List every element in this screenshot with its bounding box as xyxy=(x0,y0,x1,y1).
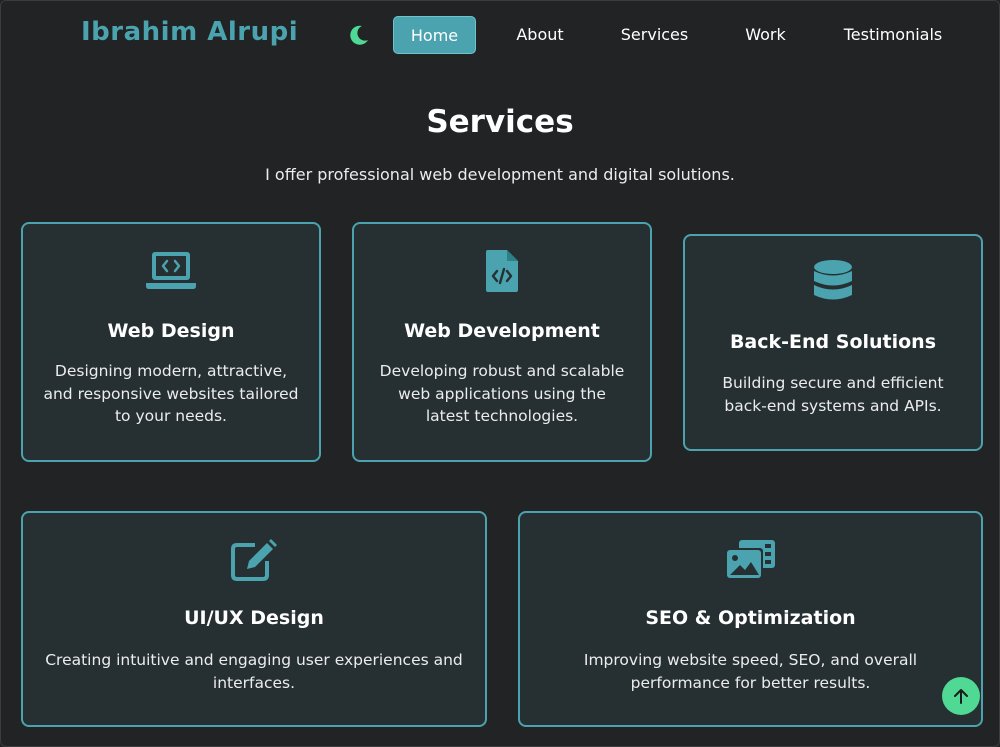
nav-about[interactable]: About xyxy=(503,16,577,54)
database-icon xyxy=(814,260,852,300)
service-card-ui-ux[interactable]: UI/UX Design Creating intuitive and enga… xyxy=(21,511,487,727)
service-title: Web Development xyxy=(404,320,600,342)
service-description: Creating intuitive and engaging user exp… xyxy=(45,651,463,692)
service-card-web-development[interactable]: Web Development Developing robust and sc… xyxy=(352,222,652,462)
service-description: Building secure and efficient back-end s… xyxy=(722,374,944,415)
theme-toggle-button[interactable] xyxy=(348,24,370,46)
nav-testimonials[interactable]: Testimonials xyxy=(831,16,955,54)
service-card-back-end[interactable]: Back-End Solutions Building secure and e… xyxy=(683,234,983,451)
moon-icon xyxy=(350,25,368,45)
service-description: Improving website speed, SEO, and overal… xyxy=(583,651,918,692)
section-subtitle: I offer professional web development and… xyxy=(265,165,735,184)
service-description: Developing robust and scalable web appli… xyxy=(379,362,625,425)
nav-work[interactable]: Work xyxy=(733,16,798,54)
arrow-up-icon xyxy=(954,689,968,704)
file-code-icon xyxy=(486,250,518,292)
brand-logo[interactable]: Ibrahim Alrupi xyxy=(81,17,298,47)
service-title: UI/UX Design xyxy=(184,607,324,629)
edit-icon xyxy=(231,539,277,581)
service-description: Designing modern, attractive, and respon… xyxy=(43,362,299,425)
nav-home[interactable]: Home xyxy=(393,16,476,54)
photo-film-icon xyxy=(726,540,775,578)
service-card-web-design[interactable]: Web Design Designing modern, attractive,… xyxy=(21,222,321,462)
back-to-top-button[interactable] xyxy=(942,677,980,715)
service-title: SEO & Optimization xyxy=(645,607,856,629)
service-title: Web Design xyxy=(107,320,235,342)
laptop-code-icon xyxy=(146,252,196,289)
nav-services[interactable]: Services xyxy=(608,16,701,54)
service-title: Back-End Solutions xyxy=(729,331,937,353)
service-card-seo[interactable]: SEO & Optimization Improving website spe… xyxy=(518,511,983,727)
section-title: Services xyxy=(426,104,574,140)
